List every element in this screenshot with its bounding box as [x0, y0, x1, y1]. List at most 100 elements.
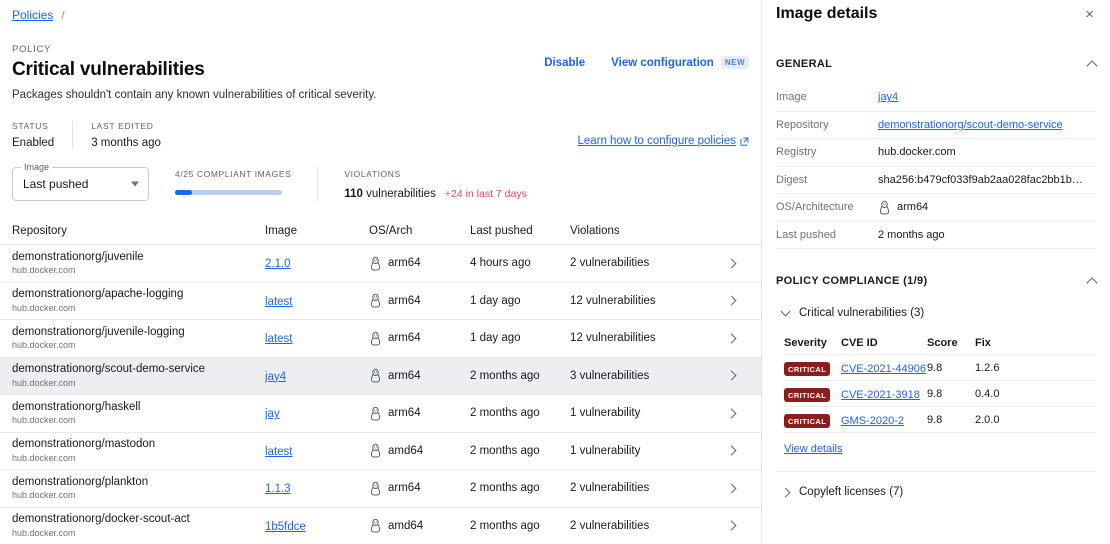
table-row[interactable]: demonstrationorg/scout-demo-servicehub.d… — [0, 358, 761, 396]
last-pushed-cell: 2 months ago — [470, 482, 570, 494]
image-tag-cell: 1.1.3 — [265, 479, 369, 497]
detail-key: Image — [776, 91, 878, 103]
cve-id-link[interactable]: CVE-2021-3918 — [841, 389, 920, 401]
detail-value-link[interactable]: jay4 — [878, 91, 898, 103]
close-icon[interactable]: × — [1083, 5, 1096, 24]
repository-name: demonstrationorg/plankton — [12, 475, 265, 489]
cve-id-link[interactable]: GMS-2020-2 — [841, 415, 904, 427]
cve-score-cell: 9.8 — [927, 388, 975, 400]
image-sort-select[interactable]: Image Last pushed — [12, 167, 149, 201]
image-tag-link[interactable]: latest — [265, 296, 293, 308]
cve-fix-cell: 0.4.0 — [975, 388, 1035, 400]
image-tag-link[interactable]: 2.1.0 — [265, 258, 291, 270]
critical-vulnerabilities-group-label: Critical vulnerabilities (3) — [799, 307, 924, 319]
repository-cell: demonstrationorg/scout-demo-servicehub.d… — [12, 362, 265, 389]
violations-cell: 12 vulnerabilities — [570, 295, 720, 307]
repository-host: hub.docker.com — [12, 378, 265, 390]
image-tag-link[interactable]: latest — [265, 333, 293, 345]
cve-column-header-severity: Severity — [784, 337, 841, 349]
detail-value-cell: sha256:b479cf033f9ab2aa028fac2bb1b… — [878, 174, 1083, 186]
detail-value-cell: jay4 — [878, 91, 898, 103]
cve-table: Severity CVE ID Score Fix CRITICALCVE-20… — [784, 331, 1096, 433]
detail-value-link[interactable]: demonstrationorg/scout-demo-service — [878, 119, 1063, 131]
repository-host: hub.docker.com — [12, 490, 265, 502]
severity-badge: CRITICAL — [784, 362, 830, 376]
cve-score-cell: 9.8 — [927, 362, 975, 374]
arch-label: arm64 — [388, 332, 421, 344]
compliant-images-label: 4/25 COMPLIANT IMAGES — [175, 169, 291, 179]
breadcrumb-policies-link[interactable]: Policies — [12, 8, 53, 22]
general-section-header[interactable]: GENERAL — [762, 58, 1110, 70]
detail-key: Digest — [776, 174, 878, 186]
critical-vulnerabilities-group[interactable]: Critical vulnerabilities (3) — [762, 307, 1110, 319]
table-row[interactable]: demonstrationorg/apache-logginghub.docke… — [0, 283, 761, 321]
repository-cell: demonstrationorg/apache-logginghub.docke… — [12, 287, 265, 314]
row-expand-cell[interactable] — [720, 485, 749, 492]
detail-row: Repositorydemonstrationorg/scout-demo-se… — [776, 112, 1096, 140]
cve-id-link[interactable]: CVE-2021-44906 — [841, 363, 926, 375]
arch-label: amd64 — [388, 520, 423, 532]
panel-title: Image details — [776, 5, 877, 23]
table-row[interactable]: demonstrationorg/juvenilehub.docker.com2… — [0, 245, 761, 283]
arch-label: arm64 — [388, 257, 421, 269]
status-meta: STATUS Enabled — [12, 121, 72, 149]
repository-name: demonstrationorg/docker-scout-act — [12, 512, 265, 526]
view-configuration-button[interactable]: View configuration — [611, 57, 714, 69]
image-tag-cell: latest — [265, 329, 369, 347]
image-tag-cell: 1b5fdce — [265, 517, 369, 535]
row-expand-cell[interactable] — [720, 335, 749, 342]
view-configuration-wrap: View configuration NEW — [611, 56, 749, 69]
image-policy-page: Policies / POLICY Critical vulnerabiliti… — [0, 0, 1110, 544]
osarch-cell: arm64 — [369, 481, 470, 496]
row-expand-cell[interactable] — [720, 297, 749, 304]
table-row[interactable]: demonstrationorg/juvenile-logginghub.doc… — [0, 320, 761, 358]
image-tag-link[interactable]: jay — [265, 408, 280, 420]
row-expand-cell[interactable] — [720, 447, 749, 454]
repository-cell: demonstrationorg/juvenilehub.docker.com — [12, 250, 265, 277]
policy-eyebrow: POLICY — [12, 44, 749, 55]
table-row[interactable]: demonstrationorg/docker-scout-acthub.doc… — [0, 508, 761, 544]
detail-value-cell: demonstrationorg/scout-demo-service — [878, 119, 1063, 131]
cve-column-header-cveid: CVE ID — [841, 337, 927, 349]
arch-label: arm64 — [388, 295, 421, 307]
table-row[interactable]: demonstrationorg/mastodonhub.docker.coml… — [0, 433, 761, 471]
table-row[interactable]: demonstrationorg/haskellhub.docker.comja… — [0, 395, 761, 433]
chevron-right-icon — [781, 487, 791, 497]
image-tag-link[interactable]: 1.1.3 — [265, 483, 291, 495]
image-sort-value: Last pushed — [23, 177, 88, 191]
violations-cell: 2 vulnerabilities — [570, 520, 720, 532]
row-expand-cell[interactable] — [720, 372, 749, 379]
image-tag-link[interactable]: jay4 — [265, 371, 286, 383]
detail-value: 2 months ago — [878, 229, 945, 241]
linux-penguin-icon — [369, 406, 382, 421]
image-tag-link[interactable]: 1b5fdce — [265, 521, 306, 533]
breadcrumb-separator: / — [61, 8, 64, 22]
linux-penguin-icon — [369, 518, 382, 533]
cve-row: CRITICALCVE-2021-449069.81.2.6 — [784, 355, 1096, 381]
chevron-right-icon — [727, 371, 737, 381]
violations-cell: 2 vulnerabilities — [570, 257, 720, 269]
violations-delta: +24 in last 7 days — [445, 188, 527, 200]
row-expand-cell[interactable] — [720, 522, 749, 529]
row-expand-cell[interactable] — [720, 410, 749, 417]
compliance-section-header[interactable]: POLICY COMPLIANCE (1/9) — [762, 275, 1110, 287]
learn-how-to-configure-policies-link[interactable]: Learn how to configure policies — [577, 135, 749, 147]
severity-badge: CRITICAL — [784, 388, 830, 402]
policy-meta-row: STATUS Enabled LAST EDITED 3 months ago … — [0, 121, 761, 149]
table-header-row: Repository Image OS/Arch Last pushed Vio… — [0, 217, 761, 245]
row-expand-cell[interactable] — [720, 260, 749, 267]
repository-cell: demonstrationorg/juvenile-logginghub.doc… — [12, 325, 265, 352]
chevron-right-icon — [727, 521, 737, 531]
table-row[interactable]: demonstrationorg/planktonhub.docker.com1… — [0, 470, 761, 508]
arch-label: arm64 — [388, 407, 421, 419]
last-edited-meta: LAST EDITED 3 months ago — [72, 121, 179, 149]
column-header-violations: Violations — [570, 225, 720, 237]
copyleft-licenses-group[interactable]: Copyleft licenses (7) — [762, 486, 1110, 498]
view-details-link[interactable]: View details — [784, 443, 843, 455]
repository-name: demonstrationorg/apache-logging — [12, 287, 265, 301]
repository-host: hub.docker.com — [12, 265, 265, 277]
disable-button[interactable]: Disable — [544, 57, 585, 69]
image-tag-link[interactable]: latest — [265, 446, 293, 458]
osarch-cell: arm64 — [369, 256, 470, 271]
chevron-down-icon — [131, 182, 139, 187]
